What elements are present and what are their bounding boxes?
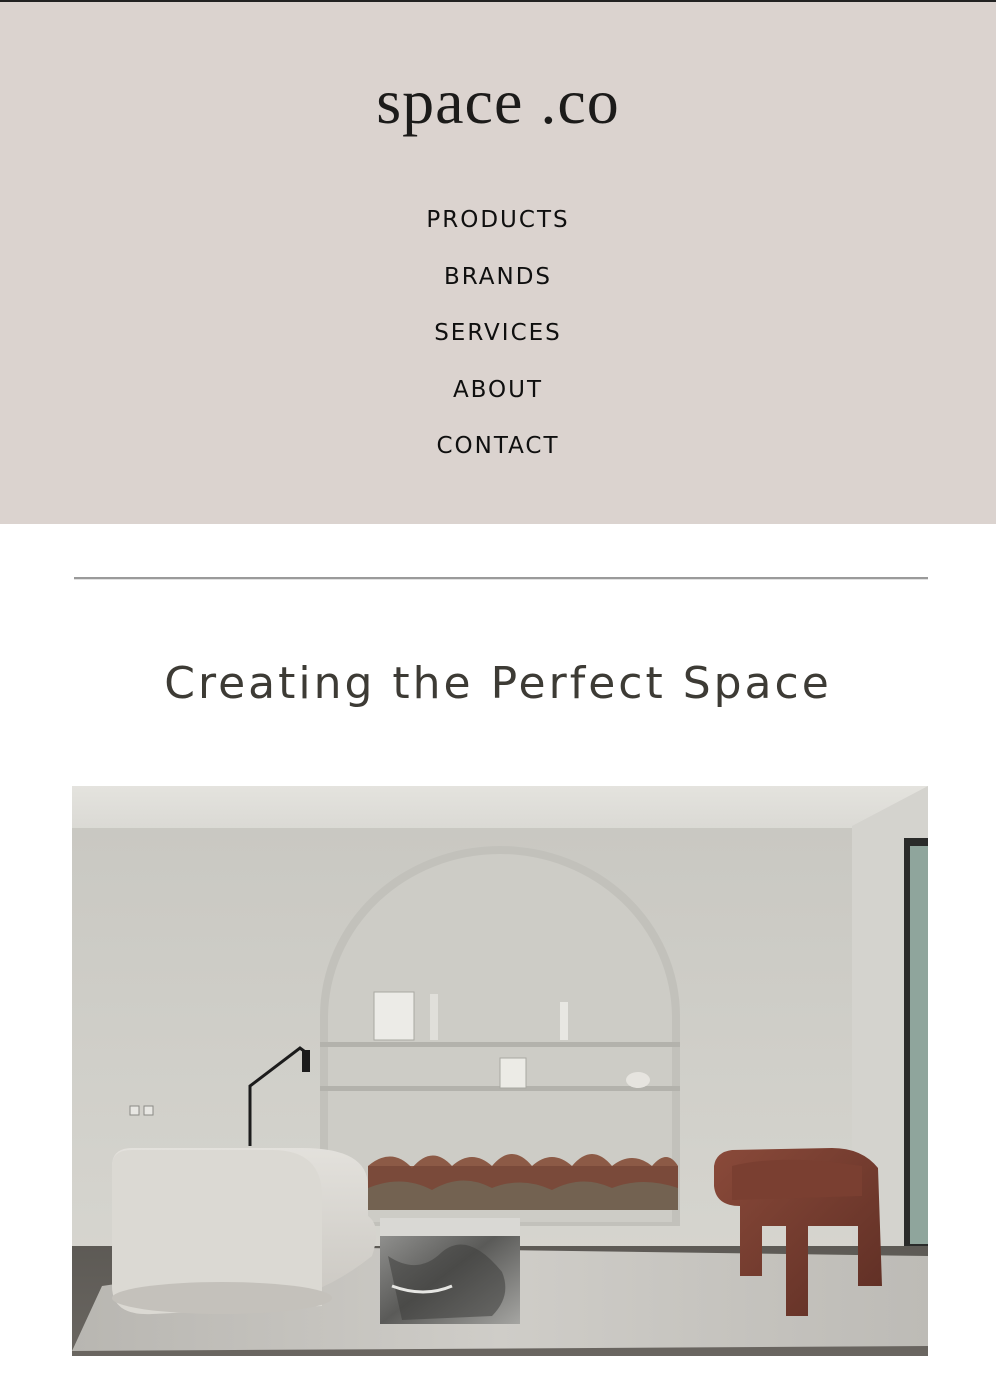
section-divider <box>74 577 928 580</box>
site-header: space .co PRODUCTS BRANDS SERVICES ABOUT… <box>0 2 996 524</box>
nav-link-brands[interactable]: BRANDS <box>444 264 552 290</box>
site-logo[interactable]: space .co <box>0 62 996 142</box>
nav-item-products: PRODUCTS <box>0 198 996 255</box>
nav-item-about: ABOUT <box>0 368 996 425</box>
page-headline: Creating the Perfect Space <box>164 658 832 709</box>
nav-item-services: SERVICES <box>0 311 996 368</box>
nav-link-services[interactable]: SERVICES <box>434 320 562 346</box>
hero-image <box>72 786 928 1356</box>
nav-item-contact: CONTACT <box>0 424 996 481</box>
interior-photo <box>72 786 928 1356</box>
nav-item-brands: BRANDS <box>0 255 996 312</box>
nav-link-contact[interactable]: CONTACT <box>436 433 559 459</box>
page-frame: space .co PRODUCTS BRANDS SERVICES ABOUT… <box>0 0 996 1394</box>
main-nav: PRODUCTS BRANDS SERVICES ABOUT CONTACT <box>0 198 996 481</box>
nav-link-about[interactable]: ABOUT <box>453 377 543 403</box>
nav-link-products[interactable]: PRODUCTS <box>426 207 569 233</box>
